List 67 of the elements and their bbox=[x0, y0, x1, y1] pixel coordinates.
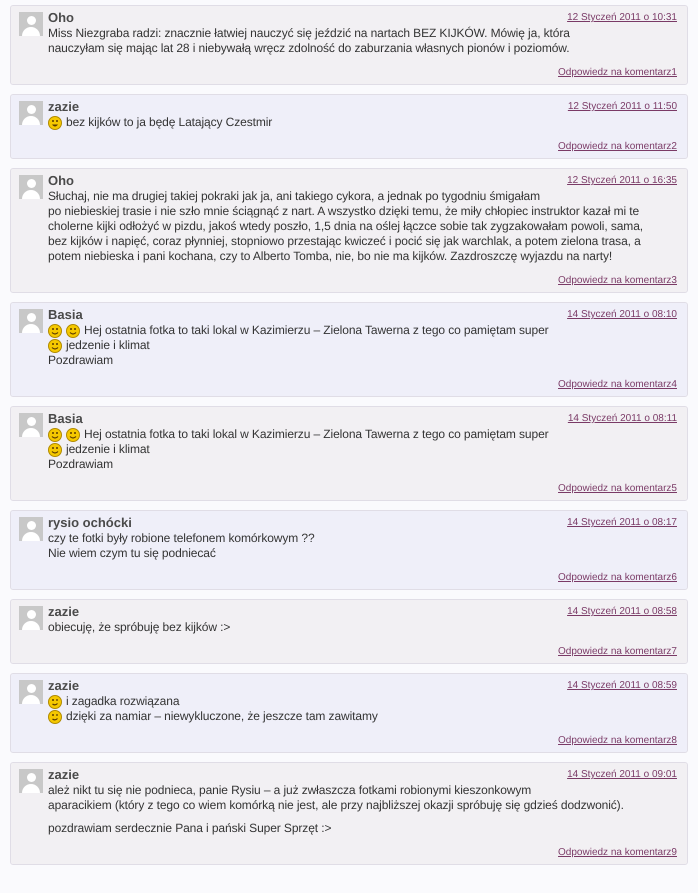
reply-link[interactable]: Odpowiedz na komentarz5 bbox=[558, 481, 677, 496]
comment-line: Słuchaj, nie ma drugiej takiej pokraki jak ja, ani takiego cykora, a jednak po tygodniu śmigałam bbox=[48, 189, 540, 204]
comment-date-link[interactable]: 14 Styczeń 2011 o 08:17 bbox=[567, 515, 677, 530]
avatar-icon bbox=[19, 769, 43, 793]
comment-date-link[interactable]: 12 Styczeń 2011 o 11:50 bbox=[568, 99, 677, 114]
avatar-icon bbox=[19, 175, 43, 199]
comment-line: bez kijków i napięć, coraz płynniej, stopniowo przestając kwiczeć i pocić się jak warchlak, a potem zielona trasa, a bbox=[48, 234, 641, 249]
avatar-icon bbox=[19, 680, 43, 704]
comment-line: ależ nikt tu się nie podnieca, panie Rysiu – a już zwłaszcza fotkami robionymi kieszonkowym bbox=[48, 783, 532, 798]
reply-link[interactable]: Odpowiedz na komentarz3 bbox=[558, 273, 677, 288]
avatar-icon bbox=[19, 101, 43, 125]
comment-line: pozdrawiam serdecznie Pana i pański Super Sprzęt :> bbox=[48, 821, 332, 836]
smiley-face-icon bbox=[48, 428, 62, 442]
author-name: zazie bbox=[48, 678, 80, 694]
reply-link[interactable]: Odpowiedz na komentarz1 bbox=[558, 65, 677, 80]
author-name: rysio ochócki bbox=[48, 515, 132, 531]
author-name: Oho bbox=[48, 173, 74, 189]
author-name: zazie bbox=[48, 604, 80, 620]
comment-line: nauczyłam się mając lat 28 i niebywałą wręcz zdolność do zaburzania własnych pionów i poziomów. bbox=[48, 41, 570, 56]
comment-line: potem niebieska i pani kochana, czy to Alberto Tomba, nie, bo nie ma kijków. Zazdroszczę wyjazdu na narty! bbox=[48, 249, 612, 264]
avatar-icon bbox=[19, 606, 43, 630]
comment-date-link[interactable]: 12 Styczeń 2011 o 10:31 bbox=[567, 10, 677, 25]
comment-line: Pozdrawiam bbox=[48, 457, 114, 472]
comment-date-link[interactable]: 14 Styczeń 2011 o 08:11 bbox=[568, 411, 677, 426]
grinning-face-icon bbox=[48, 116, 62, 130]
comment-date-link[interactable]: 14 Styczeń 2011 o 08:10 bbox=[567, 307, 677, 322]
comment-line: Hej ostatnia fotka to taki lokal w Kazimierzu – Zielona Tawerna z tego co pamiętam super bbox=[84, 323, 549, 338]
winking-face-icon bbox=[48, 694, 62, 708]
smiley-face-icon bbox=[48, 442, 62, 456]
reply-link[interactable]: Odpowiedz na komentarz6 bbox=[558, 570, 677, 585]
reply-link[interactable]: Odpowiedz na komentarz8 bbox=[558, 733, 677, 748]
comment-line: Nie wiem czym tu się podniecać bbox=[48, 546, 216, 561]
comment-line: dzięki za namiar – niewykluczone, że jeszcze tam zawitamy bbox=[66, 709, 378, 724]
comment-line: i zagadka rozwiązana bbox=[66, 694, 180, 709]
author-name: Basia bbox=[48, 307, 83, 323]
comment-line: cholerne kijki odłożyć w pizdu, jakoś wtedy poszło, 1,5 dnia na oślej łączce sobie tak zygzakowałam powoli, sama, bbox=[48, 219, 643, 234]
smiley-face-icon bbox=[66, 428, 80, 442]
reply-link[interactable]: Odpowiedz na komentarz7 bbox=[558, 644, 677, 659]
avatar-icon bbox=[19, 413, 43, 437]
reply-link[interactable]: Odpowiedz na komentarz2 bbox=[558, 139, 677, 154]
comment-date-link[interactable]: 14 Styczeń 2011 o 09:01 bbox=[567, 767, 677, 782]
comment-line: bez kijków to ja będę Latający Czestmir bbox=[66, 115, 272, 130]
reply-link[interactable]: Odpowiedz na komentarz4 bbox=[558, 377, 677, 392]
comment-date-link[interactable]: 14 Styczeń 2011 o 08:59 bbox=[567, 678, 677, 693]
comment-date-link[interactable]: 14 Styczeń 2011 o 08:58 bbox=[567, 604, 677, 619]
author-name: Oho bbox=[48, 10, 74, 26]
comment-line: czy te fotki były robione telefonem komórkowym ?? bbox=[48, 531, 315, 546]
comment-line: Miss Niezgraba radzi: znacznie łatwiej nauczyć się jeździć na nartach BEZ KIJKÓW. Mówię ja, która bbox=[48, 26, 570, 41]
author-name: Basia bbox=[48, 411, 83, 427]
author-name: zazie bbox=[48, 767, 80, 783]
avatar-icon bbox=[19, 12, 43, 36]
comment-date-link[interactable]: 12 Styczeń 2011 o 16:35 bbox=[567, 173, 677, 188]
comment-line: Hej ostatnia fotka to taki lokal w Kazimierzu – Zielona Tawerna z tego co pamiętam super bbox=[84, 427, 549, 442]
avatar-icon bbox=[19, 517, 43, 541]
avatar-icon bbox=[19, 309, 43, 333]
smiley-face-icon bbox=[48, 324, 62, 338]
comment-line: obiecuję, że spróbuję bez kijków :> bbox=[48, 620, 230, 635]
author-name: zazie bbox=[48, 99, 80, 115]
comment-line: Pozdrawiam bbox=[48, 353, 114, 368]
comment-line: jedzenie i klimat bbox=[66, 442, 150, 457]
comment-line: aparacikiem (który z tego co wiem komórką nie jest, ale przy najbliższej okazji spróbuję się gdzieś dodzwonić). bbox=[48, 798, 624, 813]
smiley-face-icon bbox=[48, 338, 62, 352]
reply-link[interactable]: Odpowiedz na komentarz9 bbox=[558, 845, 677, 860]
winking-face-icon bbox=[48, 710, 62, 724]
comment-line: po niebieskiej trasie i nie szło mnie ściągnąć z nart. A wszystko dzięki temu, że miły chłopiec instruktor kazał mi te bbox=[48, 204, 640, 219]
smiley-face-icon bbox=[66, 324, 80, 338]
comment-line: jedzenie i klimat bbox=[66, 338, 150, 353]
